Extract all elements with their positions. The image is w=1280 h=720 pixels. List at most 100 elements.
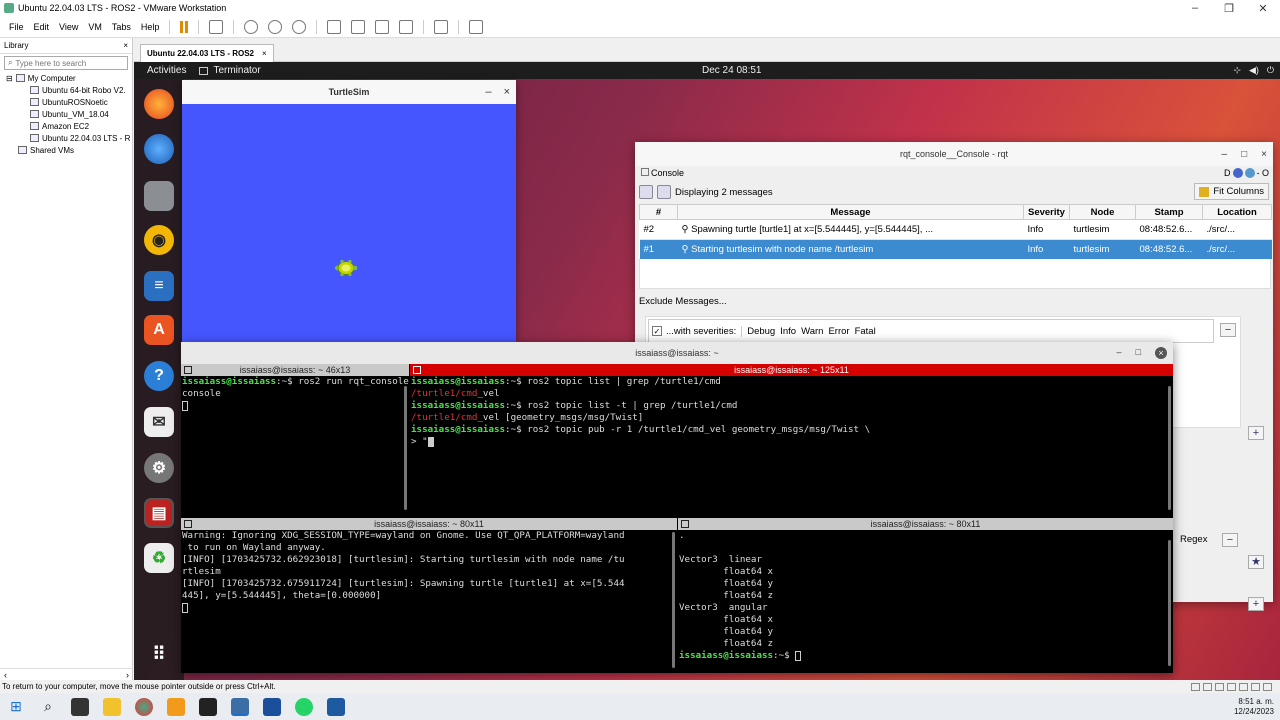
pane-titlebar[interactable]: issaiass@issaiass: ~ 80x11 (678, 518, 1173, 530)
col-header-message[interactable]: Message (677, 204, 1024, 220)
messages-table[interactable]: # Message Severity Node Stamp Location #… (639, 204, 1272, 260)
full-screen-icon[interactable] (375, 19, 390, 34)
cdrom-icon[interactable] (1203, 682, 1212, 691)
pause-messages-icon[interactable] (639, 185, 653, 199)
whatsapp-icon[interactable] (295, 697, 313, 716)
console-view-icon[interactable] (434, 19, 449, 34)
pane-titlebar[interactable]: issaiass@issaiass: ~ 80x11 (181, 518, 677, 530)
rhythmbox-icon[interactable]: ◉ (144, 225, 174, 255)
plugin-close-icon[interactable]: - O (1257, 168, 1270, 178)
col-header-node[interactable]: Node (1069, 204, 1136, 220)
sublime-icon[interactable] (167, 697, 185, 716)
thumbnail-bar-icon[interactable] (351, 19, 366, 34)
vmware-taskbar-icon[interactable] (231, 697, 249, 716)
system-tray[interactable]: ⊹ ◀) ⏻ (1233, 65, 1274, 76)
add-highlight-filter-button[interactable]: + (1248, 597, 1264, 611)
chrome-icon[interactable] (135, 697, 153, 716)
library-search-input[interactable] (15, 58, 127, 68)
software-icon[interactable]: A (144, 315, 174, 345)
severity-error[interactable]: Error (828, 326, 849, 337)
add-exclude-filter-button[interactable]: + (1248, 426, 1264, 440)
menu-edit[interactable]: Edit (29, 22, 55, 32)
tree-vm[interactable]: UbuntuROSNoetic (0, 96, 132, 108)
show-library-icon[interactable] (327, 19, 342, 34)
library-close-icon[interactable]: × (123, 41, 128, 50)
pane-grid-icon[interactable] (413, 366, 421, 374)
show-apps-icon[interactable]: ⠿ (144, 639, 174, 669)
plugin-help-icon[interactable] (1232, 168, 1243, 178)
pane-scrollbar[interactable] (1168, 540, 1171, 666)
minimize-button[interactable]: – (1178, 2, 1212, 14)
menu-tabs[interactable]: Tabs (107, 22, 136, 32)
tree-shared-vms[interactable]: Shared VMs (0, 144, 132, 156)
menu-view[interactable]: View (54, 22, 83, 32)
terminal-pane-active[interactable]: issaiass@issaiass: ~ 125x11 issaiass@iss… (410, 364, 1173, 516)
pane-grid-icon[interactable] (184, 366, 192, 374)
turtlesim-minimize-button[interactable]: – (485, 86, 491, 98)
fit-columns-button[interactable]: Fit Columns (1194, 183, 1269, 200)
tree-vm[interactable]: Ubuntu_VM_18.04 (0, 108, 132, 120)
remove-highlight-filter-button[interactable]: − (1222, 533, 1238, 547)
firefox-icon[interactable] (144, 89, 174, 119)
snapshot-icon[interactable] (244, 19, 259, 34)
close-button[interactable]: ✕ (1246, 2, 1280, 15)
library-hscroll[interactable]: ‹ › (0, 668, 133, 680)
col-header-num[interactable]: # (639, 204, 678, 220)
pane-grid-icon[interactable] (681, 520, 689, 528)
revert-snapshot-icon[interactable] (268, 19, 283, 34)
terminal-pane[interactable]: issaiass@issaiass: ~ 80x11 Warning: Igno… (181, 518, 677, 673)
pin-highlight-icon[interactable]: ★ (1248, 555, 1264, 569)
rqt-titlebar[interactable]: rqt_console__Console - rqt – □ × (635, 142, 1273, 166)
writer-icon[interactable]: ≡ (144, 271, 174, 301)
terminal-app-icon[interactable] (199, 697, 217, 716)
snapshot-manager-icon[interactable] (292, 19, 307, 34)
table-row[interactable]: #2 ⚲ Spawning turtle [turtle1] at x=[5.5… (639, 219, 1272, 240)
usb-icon[interactable] (1227, 682, 1236, 691)
scroll-right-icon[interactable]: › (126, 670, 129, 680)
terminal-pane[interactable]: issaiass@issaiass: ~ 80x11 . Vector3 lin… (678, 518, 1173, 673)
vm-tab-close-icon[interactable]: × (262, 49, 267, 58)
search-icon[interactable]: ⌕ (39, 698, 57, 716)
image-viewer-icon[interactable] (263, 697, 281, 716)
send-keys-icon[interactable] (209, 19, 224, 34)
terminator-minimize-button[interactable]: – (1117, 347, 1122, 359)
library-search[interactable]: ⌕ (4, 56, 128, 70)
messages-icon[interactable] (1263, 682, 1272, 691)
trash-icon[interactable]: ♻ (144, 543, 174, 573)
stretch-guest-icon[interactable] (469, 19, 484, 34)
activities-button[interactable]: Activities (134, 65, 199, 76)
menu-file[interactable]: File (4, 22, 29, 32)
pane-scrollbar[interactable] (672, 532, 675, 668)
app-menu[interactable]: Terminator (199, 65, 261, 76)
terminator-maximize-button[interactable]: □ (1136, 347, 1141, 359)
tree-vm[interactable]: Amazon EC2 (0, 120, 132, 132)
pane-scrollbar[interactable] (1168, 386, 1171, 510)
col-header-location[interactable]: Location (1202, 204, 1272, 220)
task-view-icon[interactable] (71, 697, 89, 716)
network-adapter-icon[interactable] (1215, 682, 1224, 691)
pause-icon[interactable] (180, 20, 189, 33)
scroll-left-icon[interactable]: ‹ (4, 670, 7, 680)
severity-filter-checkbox[interactable]: ✓ (652, 326, 662, 336)
turtlesim-close-button[interactable]: × (504, 86, 510, 98)
terminator-icon[interactable]: ▤ (144, 498, 174, 528)
topbar-clock[interactable]: Dec 24 08:51 (702, 65, 762, 76)
remove-filter-button[interactable]: − (1220, 323, 1236, 337)
windows-start-icon[interactable]: ⊞ (7, 698, 25, 716)
thunderbird-icon[interactable] (144, 134, 174, 164)
menu-help[interactable]: Help (136, 22, 165, 32)
severity-fatal[interactable]: Fatal (855, 326, 876, 337)
rqt-maximize-button[interactable]: □ (1241, 149, 1247, 160)
table-row-selected[interactable]: #1 ⚲ Starting turtlesim with node name /… (639, 239, 1272, 260)
display-icon[interactable] (1251, 682, 1260, 691)
file-explorer-icon[interactable] (103, 697, 121, 716)
vm-tab[interactable]: Ubuntu 22.04.03 LTS - ROS2 × (140, 44, 274, 62)
collapse-icon[interactable]: ⊟ (6, 74, 13, 83)
pane-scrollbar[interactable] (404, 386, 407, 510)
unity-icon[interactable] (399, 19, 414, 34)
terminal-pane[interactable]: issaiass@issaiass: ~ 46x13 issaiass@issa… (181, 364, 409, 516)
tree-my-computer[interactable]: ⊟ My Computer (0, 72, 132, 84)
tree-vm-selected[interactable]: Ubuntu 22.04.03 LTS - R (0, 132, 132, 144)
mail-icon[interactable]: ✉ (144, 407, 174, 437)
rqt-close-button[interactable]: × (1261, 149, 1267, 160)
